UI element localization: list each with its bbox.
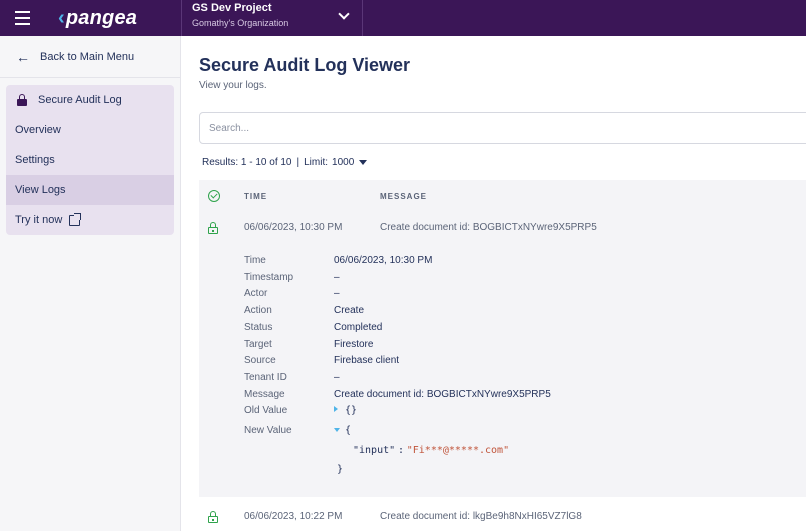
caret-down-icon [359, 160, 368, 165]
detail-label: New Value [244, 425, 292, 436]
detail-value: Firebase client [334, 355, 400, 367]
sidebar-item-overview[interactable]: Overview [6, 115, 174, 145]
column-header-time[interactable]: TIME [244, 192, 267, 201]
table-row[interactable]: 06/06/2023, 10:22 PM Create document id:… [199, 500, 806, 531]
menu-icon[interactable] [0, 0, 44, 36]
json-value: "Fi***@*****.com" [406, 445, 510, 456]
detail-value: Create [334, 305, 365, 317]
organization-name: Gomathy's Organization [192, 18, 289, 28]
detail-label: Source [244, 355, 276, 367]
detail-value: Firestore [334, 338, 374, 350]
project-selector[interactable]: GS Dev Project Gomathy's Organization [181, 0, 363, 36]
json-colon: : [397, 445, 404, 456]
log-table: TIME MESSAGE 06/06/2023, 10:30 PM Create… [199, 180, 806, 531]
detail-value: Completed [334, 321, 383, 333]
limit-select[interactable]: 1000 [332, 157, 368, 168]
old-value-toggle[interactable]: {} [334, 405, 357, 416]
back-label: Back to Main Menu [40, 50, 135, 63]
sidebar-item-settings[interactable]: Settings [6, 145, 174, 175]
row-time: 06/06/2023, 10:22 PM [244, 511, 343, 522]
sidebar-item-try-it-now[interactable]: Try it now [6, 205, 174, 235]
sidebar-item-label: Overview [15, 124, 61, 136]
page-title: Secure Audit Log Viewer [199, 55, 411, 75]
detail-label: Message [244, 388, 285, 400]
detail-label: Tenant ID [244, 371, 287, 383]
json-close-brace: } [337, 464, 344, 475]
detail-value: – [334, 371, 340, 383]
sidebar-item-view-logs[interactable]: View Logs [6, 175, 174, 205]
detail-label: Target [244, 338, 272, 350]
row-time: 06/06/2023, 10:30 PM [244, 222, 343, 233]
results-summary: Results: 1 - 10 of 10 | Limit: 1000 [202, 157, 368, 168]
top-bar: ‹ pangea GS Dev Project Gomathy's Organiz… [0, 0, 806, 36]
new-value-toggle[interactable]: { [334, 425, 351, 436]
detail-label: Actor [244, 288, 268, 300]
detail-value: Create document id: BOGBICTxNYwre9X5PRP5 [334, 388, 551, 400]
collapse-down-icon [334, 428, 340, 432]
sidebar-item-label: Settings [15, 154, 55, 166]
main-content: Secure Audit Log Viewer View your logs. … [181, 36, 806, 531]
detail-label: Timestamp [244, 271, 294, 283]
search-input[interactable] [199, 112, 806, 144]
json-close: } [337, 464, 343, 475]
results-count: Results: 1 - 10 of 10 [202, 157, 292, 168]
project-name: GS Dev Project [192, 2, 272, 14]
limit-label: Limit: [304, 157, 329, 168]
divider: | [296, 157, 300, 168]
json-key: "input" [353, 445, 396, 456]
sidebar-item-label: Try it now [15, 214, 63, 226]
verified-check-icon[interactable] [208, 189, 220, 202]
back-to-main-menu-link[interactable]: ← Back to Main Menu [0, 36, 181, 78]
arrow-left-icon: ← [16, 48, 30, 65]
external-link-icon [69, 212, 82, 226]
expand-right-icon [334, 406, 338, 413]
column-header-message[interactable]: MESSAGE [380, 192, 427, 201]
detail-value: 06/06/2023, 10:30 PM [334, 255, 433, 266]
lock-icon[interactable] [208, 511, 218, 523]
table-row[interactable]: 06/06/2023, 10:30 PM Create document id:… [199, 211, 806, 243]
sidebar-item-label: View Logs [15, 184, 66, 196]
detail-value: – [334, 288, 340, 300]
table-row-expanded: 06/06/2023, 10:30 PM Create document id:… [199, 211, 806, 497]
old-value-json: {} [345, 405, 358, 417]
row-message: Create document id: BOGBICTxNYwre9X5PRP5 [380, 222, 597, 233]
service-title: Secure Audit Log [38, 94, 122, 106]
json-entry: "input" : "Fi***@*****.com" [353, 445, 509, 456]
detail-label: Old Value [244, 405, 288, 417]
detail-label: Status [244, 321, 273, 333]
table-header: TIME MESSAGE [199, 180, 806, 211]
json-open-brace: { [345, 425, 352, 436]
lock-icon [17, 94, 27, 106]
detail-value: – [334, 271, 340, 283]
limit-value: 1000 [332, 157, 355, 168]
pangea-logo[interactable]: ‹ pangea [58, 0, 148, 36]
service-nav-group: Secure Audit Log Overview Settings View … [6, 85, 174, 235]
detail-label: Action [244, 305, 272, 317]
page-subtitle: View your logs. [199, 80, 267, 91]
detail-label: Time [244, 255, 266, 266]
lock-icon[interactable] [208, 222, 218, 234]
logo-text: pangea [65, 6, 138, 29]
row-message: Create document id: lkgBe9h8NxHI65VZ7lG8 [380, 511, 582, 522]
service-header: Secure Audit Log [6, 85, 174, 115]
sidebar: ← Back to Main Menu Secure Audit Log Ove… [0, 36, 181, 531]
